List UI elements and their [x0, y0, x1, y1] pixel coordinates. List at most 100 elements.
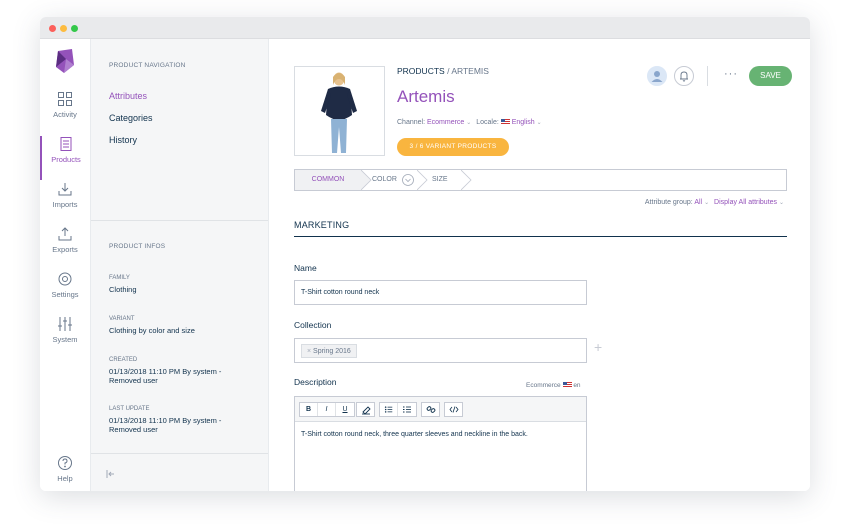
- bullet-list-icon[interactable]: [380, 403, 398, 416]
- section-header-marketing: MARKETING: [294, 220, 787, 237]
- nav-activity-label: Activity: [53, 110, 77, 119]
- attribute-tabs: COMMON COLOR SIZE: [294, 169, 787, 191]
- nav-settings-label: Settings: [51, 290, 79, 299]
- collapse-column-icon[interactable]: [105, 469, 115, 479]
- nav-system[interactable]: System: [40, 316, 90, 360]
- product-infos-title: PRODUCT INFOS: [109, 243, 166, 250]
- code-button-group: [444, 402, 463, 417]
- tab-common[interactable]: COMMON: [295, 170, 361, 190]
- locale-chevron-down-icon[interactable]: ⌄: [537, 119, 545, 126]
- eraser-icon[interactable]: [357, 403, 375, 416]
- created-value: 01/13/2018 11:10 PM By system - Removed …: [109, 367, 222, 385]
- bell-icon: [680, 71, 688, 82]
- tab-arrow-icon: [417, 170, 428, 190]
- nav-activity[interactable]: Activity: [40, 91, 90, 135]
- nav-exports[interactable]: Exports: [40, 226, 90, 270]
- last-update-value: 01/13/2018 11:10 PM By system - Removed …: [109, 416, 222, 434]
- notifications-button[interactable]: [674, 66, 694, 86]
- description-scope: Ecommerce en: [526, 382, 581, 389]
- title-bar: [40, 17, 810, 39]
- product-thumbnail[interactable]: [294, 66, 385, 156]
- link-icon[interactable]: [422, 403, 440, 416]
- numbered-list-icon[interactable]: [398, 403, 416, 416]
- product-nav-categories[interactable]: Categories: [109, 113, 153, 123]
- description-text[interactable]: T-Shirt cotton round neck, three quarter…: [301, 431, 528, 438]
- close-window-button[interactable]: [49, 25, 56, 32]
- breadcrumb-products[interactable]: PRODUCTS: [397, 66, 445, 76]
- product-column: PRODUCT NAVIGATION Attributes Categories…: [91, 39, 269, 491]
- us-flag-icon: [562, 382, 572, 388]
- last-update-label: LAST UPDATE: [109, 406, 150, 412]
- more-actions-button[interactable]: ···: [724, 68, 738, 80]
- product-image: [321, 72, 357, 153]
- format-button-group: B I U: [299, 402, 355, 417]
- collection-field-label: Collection: [294, 320, 332, 330]
- list-button-group: [379, 402, 417, 417]
- product-navigation-title: PRODUCT NAVIGATION: [109, 62, 186, 69]
- italic-button[interactable]: I: [318, 403, 336, 416]
- code-view-icon[interactable]: [445, 403, 463, 416]
- locale-label: Locale:: [476, 119, 499, 126]
- help-icon: [58, 456, 72, 470]
- variant-products-button[interactable]: 3 / 6 VARIANT PRODUCTS: [397, 138, 509, 156]
- user-avatar-icon: [651, 71, 663, 82]
- description-field-label: Description: [294, 377, 337, 387]
- activity-icon: [58, 92, 72, 106]
- product-title: Artemis: [397, 87, 455, 106]
- channel-label: Channel:: [397, 119, 426, 126]
- editor-toolbar: B I U: [295, 397, 586, 422]
- family-value: Clothing: [109, 285, 137, 294]
- nav-imports-label: Imports: [52, 200, 78, 209]
- nav-help[interactable]: Help: [40, 455, 90, 491]
- tab-arrow-icon: [461, 170, 472, 190]
- system-icon: [58, 317, 72, 331]
- attribute-group-selector[interactable]: All: [694, 199, 702, 206]
- nav-settings[interactable]: Settings: [40, 271, 90, 315]
- nav-products-label: Products: [51, 155, 81, 164]
- tab-arrow-icon: [361, 170, 372, 190]
- bold-button[interactable]: B: [300, 403, 318, 416]
- add-collection-icon[interactable]: +: [594, 339, 602, 355]
- product-nav-attributes[interactable]: Attributes: [109, 91, 147, 101]
- family-label: FAMILY: [109, 275, 130, 281]
- nav-system-label: System: [52, 335, 78, 344]
- header-separator: [707, 66, 708, 86]
- products-icon: [60, 137, 72, 151]
- collection-field[interactable]: × Spring 2016: [294, 338, 587, 363]
- main-navigation: Activity Products Imports Exports Settin…: [40, 39, 91, 491]
- product-edit-form: PRODUCTS / ARTEMIS Artemis Channel: Ecom…: [269, 39, 810, 491]
- locale-selector[interactable]: English: [512, 119, 535, 126]
- channel-chevron-down-icon[interactable]: ⌄: [466, 119, 474, 126]
- underline-button[interactable]: U: [336, 403, 354, 416]
- variant-value: Clothing by color and size: [109, 326, 195, 335]
- link-button-group: [421, 402, 440, 417]
- minimize-window-button[interactable]: [60, 25, 67, 32]
- user-avatar[interactable]: [647, 66, 667, 86]
- nav-products[interactable]: Products: [40, 136, 90, 180]
- name-field[interactable]: T-Shirt cotton round neck: [294, 280, 587, 305]
- save-button[interactable]: SAVE: [749, 66, 792, 86]
- name-field-label: Name: [294, 263, 317, 273]
- collection-chip[interactable]: × Spring 2016: [301, 344, 357, 358]
- attribute-group-chevron-down-icon[interactable]: ⌄: [704, 199, 712, 206]
- description-locale: en: [573, 382, 581, 389]
- akeneo-logo[interactable]: [54, 49, 76, 73]
- product-nav-history[interactable]: History: [109, 135, 137, 145]
- tab-color[interactable]: COLOR: [372, 170, 397, 190]
- tab-color-chevron-icon[interactable]: [402, 174, 414, 186]
- nav-imports[interactable]: Imports: [40, 181, 90, 225]
- app-window: Activity Products Imports Exports Settin…: [40, 17, 810, 491]
- tab-size[interactable]: SIZE: [432, 170, 448, 190]
- maximize-window-button[interactable]: [71, 25, 78, 32]
- display-attributes-chevron-down-icon[interactable]: ⌄: [779, 199, 787, 206]
- context-switcher: Channel: Ecommerce ⌄ Locale: English ⌄: [397, 119, 545, 126]
- nav-exports-label: Exports: [52, 245, 78, 254]
- channel-selector[interactable]: Ecommerce: [427, 119, 464, 126]
- description-channel: Ecommerce: [526, 382, 561, 389]
- clear-format-group: [356, 402, 375, 417]
- us-flag-icon: [500, 119, 510, 125]
- attribute-group-label: Attribute group:: [644, 199, 693, 206]
- exports-icon: [58, 227, 72, 241]
- display-attributes-selector[interactable]: Display All attributes: [714, 199, 777, 206]
- imports-icon: [58, 183, 72, 196]
